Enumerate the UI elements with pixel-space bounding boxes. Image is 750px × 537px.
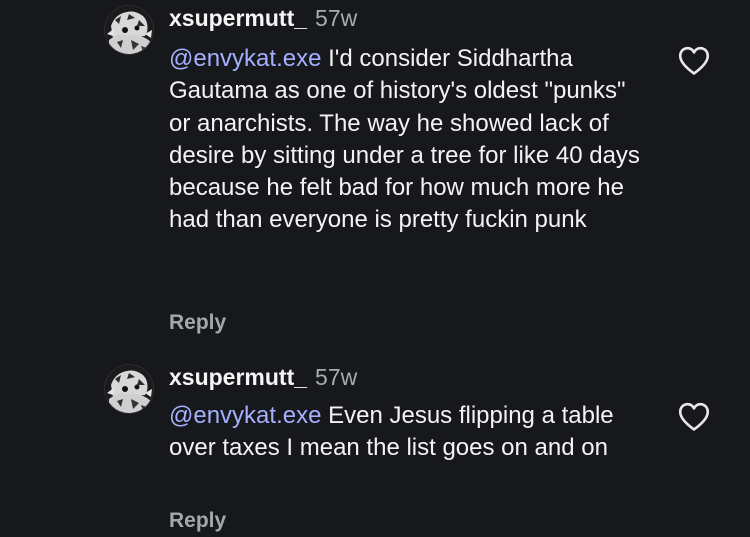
like-button[interactable] bbox=[678, 46, 710, 76]
avatar-image bbox=[105, 365, 153, 413]
mention-link[interactable]: @envykat.exe bbox=[169, 45, 321, 72]
timestamp: 57w bbox=[315, 5, 358, 31]
mention-link[interactable]: @envykat.exe bbox=[169, 402, 321, 429]
comment-text: @envykat.exe Even Jesus flipping a table… bbox=[169, 400, 649, 465]
heart-outline-icon bbox=[678, 46, 710, 75]
timestamp: 57w bbox=[315, 364, 358, 390]
heart-outline-icon bbox=[678, 402, 710, 431]
comment-item: xsupermutt_ 57w @envykat.exe I'd consider… bbox=[0, 0, 750, 345]
comment-meta: xsupermutt_ 57w bbox=[169, 364, 357, 390]
comment-body: I'd consider Siddhartha Gautama as one o… bbox=[169, 45, 640, 234]
comment-item: xsupermutt_ 57w @envykat.exe Even Jesus f… bbox=[0, 357, 750, 537]
user-avatar[interactable] bbox=[105, 6, 153, 54]
reply-button[interactable]: Reply bbox=[169, 509, 226, 533]
comment-meta: xsupermutt_ 57w bbox=[169, 5, 357, 31]
user-avatar[interactable] bbox=[105, 365, 153, 413]
comment-text: @envykat.exe I'd consider Siddhartha Gau… bbox=[169, 43, 649, 237]
username[interactable]: xsupermutt_ bbox=[169, 5, 307, 31]
like-button[interactable] bbox=[678, 402, 710, 432]
reply-button[interactable]: Reply bbox=[169, 311, 226, 335]
username[interactable]: xsupermutt_ bbox=[169, 364, 307, 390]
avatar-image bbox=[105, 6, 153, 54]
